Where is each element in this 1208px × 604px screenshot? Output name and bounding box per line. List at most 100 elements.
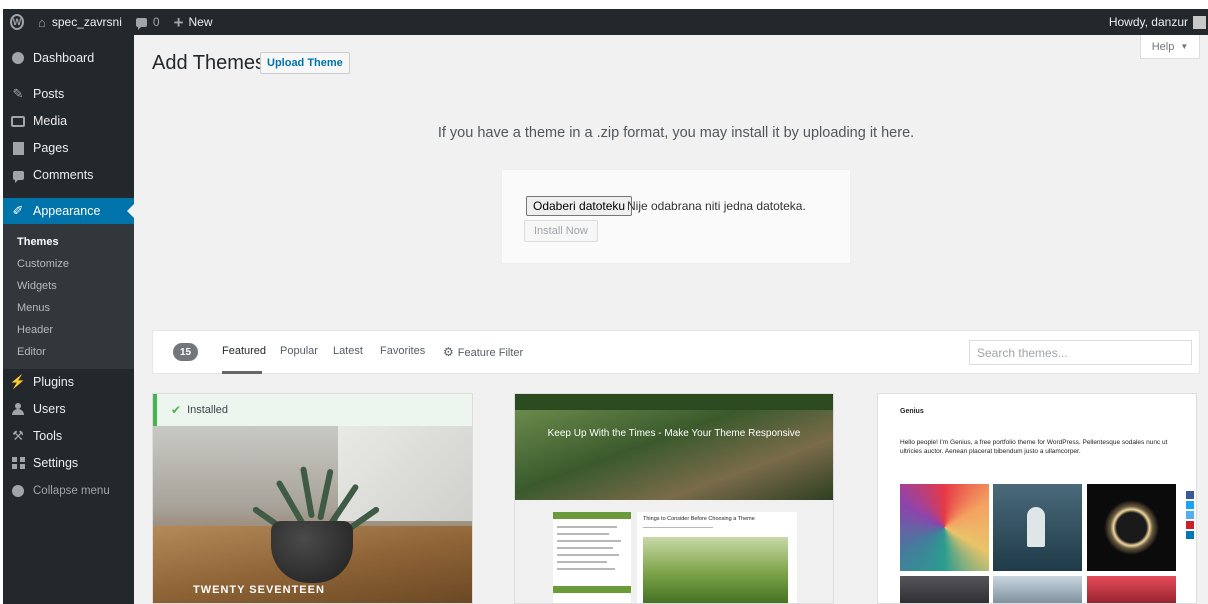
comments-link[interactable]: 0 — [129, 9, 167, 35]
portfolio-image — [1087, 484, 1176, 571]
theme-card-garden[interactable]: Keep Up With the Times - Make Your Theme… — [514, 393, 834, 604]
sidebar-item-label: Dashboard — [33, 51, 95, 65]
widget-line — [557, 526, 617, 528]
sidebar-item-comments[interactable]: Comments — [3, 162, 134, 188]
active-tab-underline — [222, 371, 262, 374]
caret-down-icon: ▼ — [1180, 42, 1189, 51]
theme-preview-header — [515, 394, 833, 410]
sidebar-item-dashboard[interactable]: Dashboard — [3, 45, 134, 71]
sidebar-item-label: Pages — [33, 141, 69, 155]
facebook-icon — [1186, 491, 1194, 499]
active-arrow — [127, 204, 134, 218]
theme-card-twenty-seventeen[interactable]: ✔ Installed TWENTY SEVENTEEN — [152, 393, 473, 604]
submenu-item-customize[interactable]: Customize — [17, 258, 69, 270]
theme-preview-logo: Genius — [900, 408, 924, 415]
site-name-link[interactable]: ⌂ spec_zavrsni — [31, 9, 129, 35]
page-title: Add Themes — [152, 52, 266, 74]
widget-line — [557, 568, 615, 570]
file-status-text: Nije odabrana niti jedna datoteka. — [627, 199, 806, 213]
my-account-menu[interactable]: Howdy, danzur — [1102, 9, 1208, 35]
tab-featured[interactable]: Featured — [222, 345, 266, 357]
widget-line — [557, 540, 621, 542]
plug-icon: ⚡ — [9, 374, 27, 389]
post-meta-line — [643, 527, 713, 528]
help-tab-button[interactable]: Help ▼ — [1140, 35, 1200, 59]
theme-preview-widget-header — [553, 586, 631, 593]
upload-form: Odaberi datoteku Nije odabrana niti jedn… — [501, 169, 851, 264]
avatar — [1193, 15, 1206, 29]
search-themes-input[interactable] — [969, 340, 1192, 365]
installed-label: Installed — [187, 404, 229, 416]
sidebar-item-tools[interactable]: ⚒ Tools — [3, 423, 134, 449]
users-icon — [3, 403, 33, 415]
upload-instructions: If you have a theme in a .zip format, yo… — [437, 125, 915, 141]
collapse-icon — [3, 485, 33, 497]
plant-leaf — [317, 468, 334, 521]
wordpress-logo-icon: W — [10, 14, 24, 30]
sidebar-item-plugins[interactable]: ⚡ Plugins — [3, 369, 134, 395]
new-content-button[interactable]: + New — [167, 9, 220, 35]
install-now-button[interactable]: Install Now — [524, 220, 598, 242]
widget-line — [557, 533, 609, 535]
choose-file-button[interactable]: Odaberi datoteku — [526, 196, 633, 216]
help-label: Help — [1151, 40, 1175, 53]
sidebar-item-label: Appearance — [33, 204, 101, 218]
theme-preview-post-image — [643, 537, 788, 603]
paintbrush-icon: ✐ — [12, 203, 24, 218]
appearance-submenu: Themes Customize Widgets Menus Header Ed… — [3, 224, 134, 369]
media-icon — [3, 115, 33, 127]
theme-preview-hero — [515, 410, 833, 500]
portfolio-image-figure — [1027, 507, 1045, 547]
tab-favorites[interactable]: Favorites — [380, 345, 425, 357]
tab-latest[interactable]: Latest — [333, 345, 363, 357]
social-share-bar — [1186, 491, 1196, 539]
gear-icon: ⚙ — [443, 345, 454, 359]
portfolio-image — [1087, 576, 1176, 603]
plant-leaf — [300, 466, 315, 519]
plus-icon: + — [173, 12, 184, 32]
submenu-item-widgets[interactable]: Widgets — [17, 280, 57, 292]
twitter-icon — [1186, 501, 1194, 509]
portfolio-image — [993, 576, 1082, 603]
wordpress-logo-button[interactable]: W — [3, 9, 31, 35]
theme-count-badge: 15 — [173, 343, 198, 361]
pin-icon: ✎ — [12, 86, 24, 101]
sidebar-item-appearance[interactable]: ✐ Appearance — [3, 198, 134, 224]
window-light — [338, 426, 472, 521]
new-label: New — [188, 15, 213, 29]
sidebar-item-label: Media — [33, 114, 68, 128]
sidebar-item-pages[interactable]: Pages — [3, 135, 134, 161]
tab-popular[interactable]: Popular — [280, 345, 318, 357]
checkmark-icon: ✔ — [171, 403, 182, 417]
upload-theme-button[interactable]: Upload Theme — [260, 52, 350, 74]
sidebar-item-label: Tools — [33, 429, 63, 443]
collapse-menu-button[interactable]: Collapse menu — [3, 478, 134, 504]
theme-screenshot — [153, 426, 472, 603]
widget-line — [557, 561, 607, 563]
home-icon: ⌂ — [38, 14, 46, 30]
submenu-item-editor[interactable]: Editor — [17, 346, 46, 358]
widget-line — [557, 554, 619, 556]
pages-icon — [3, 141, 33, 155]
feature-filter-button[interactable]: ⚙ Feature Filter — [443, 345, 523, 359]
sidebar-item-posts[interactable]: ✎ Posts — [3, 81, 134, 107]
submenu-item-header[interactable]: Header — [17, 324, 53, 336]
sidebar-item-users[interactable]: Users — [3, 396, 134, 422]
admin-bar: W ⌂ spec_zavrsni 0 + New Howdy, danzur — [3, 9, 1208, 35]
portfolio-image — [900, 576, 989, 603]
theme-card-genius[interactable]: Genius Hello people! I'm Genius, a free … — [877, 393, 1197, 604]
submenu-item-themes[interactable]: Themes — [17, 236, 59, 248]
sidebar-item-settings[interactable]: Settings — [3, 450, 134, 476]
dashboard-icon — [3, 52, 33, 64]
sidebar-item-media[interactable]: Media — [3, 108, 134, 134]
widget-line — [557, 547, 613, 549]
sidebar-item-label: Comments — [33, 168, 94, 182]
theme-preview-post-title: Things to Consider Before Choosing a The… — [643, 516, 755, 522]
sidebar-item-label: Settings — [33, 456, 79, 470]
theme-filter-bar: 15 Featured Popular Latest Favorites ⚙ Fe… — [152, 330, 1200, 374]
comments-count: 0 — [152, 15, 160, 29]
theme-screenshot-title: TWENTY SEVENTEEN — [193, 584, 325, 596]
pinterest-icon — [1186, 521, 1194, 529]
portfolio-image — [900, 484, 989, 571]
submenu-item-menus[interactable]: Menus — [17, 302, 50, 314]
